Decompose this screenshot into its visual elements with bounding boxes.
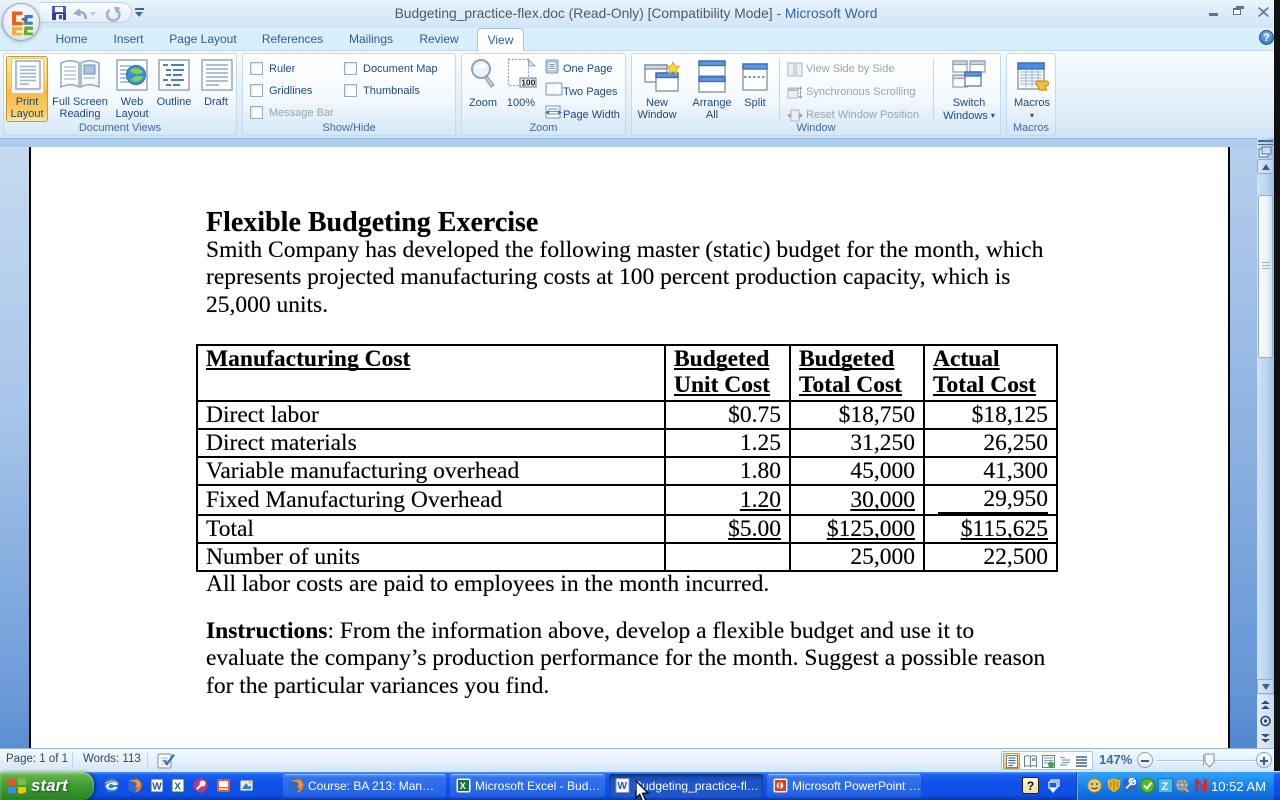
svg-text:Z: Z: [1162, 781, 1169, 793]
svg-text:X: X: [174, 782, 181, 793]
svg-text:X: X: [460, 781, 466, 791]
svg-text:W: W: [618, 781, 628, 792]
svg-text:100: 100: [521, 78, 535, 88]
svg-text:W: W: [152, 782, 162, 793]
